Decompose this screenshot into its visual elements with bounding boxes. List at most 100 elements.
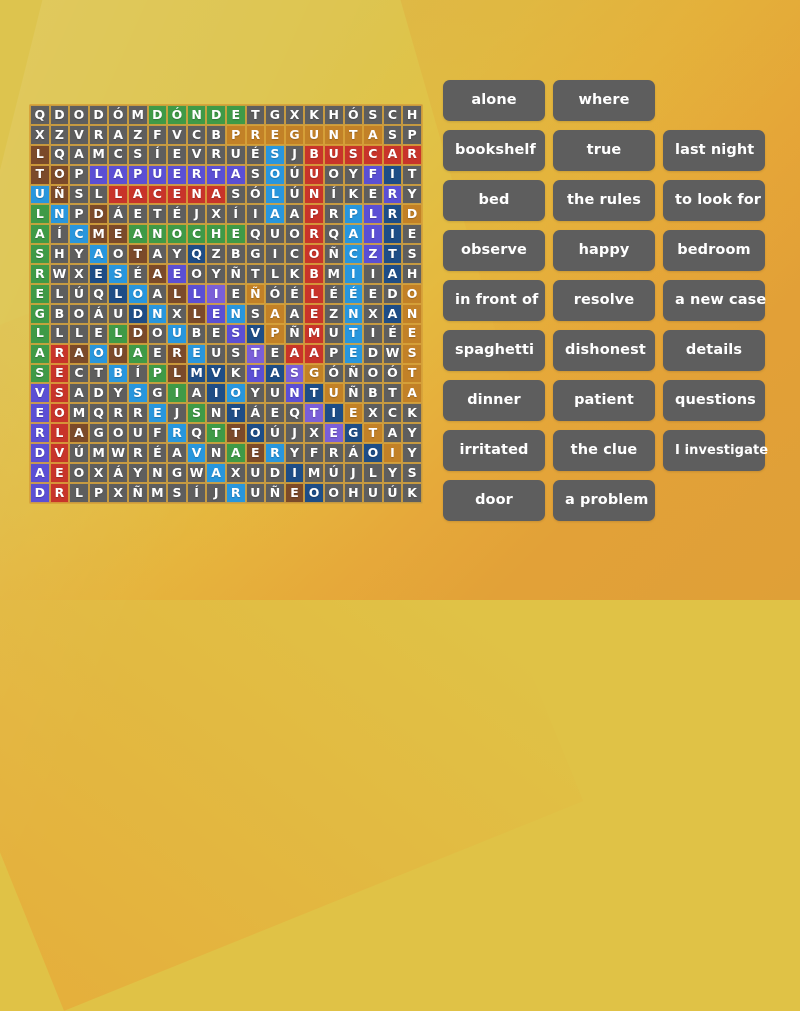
grid-cell[interactable]: S bbox=[225, 323, 246, 344]
grid-cell[interactable]: V bbox=[69, 124, 89, 145]
grid-cell[interactable]: D bbox=[382, 284, 403, 304]
grid-cell[interactable]: M bbox=[323, 264, 344, 285]
grid-cell[interactable]: X bbox=[363, 403, 383, 424]
grid-cell[interactable]: N bbox=[284, 383, 305, 404]
grid-cell[interactable]: G bbox=[343, 423, 364, 444]
grid-cell[interactable]: F bbox=[304, 443, 324, 464]
grid-cell[interactable]: O bbox=[147, 323, 168, 344]
grid-cell[interactable]: X bbox=[88, 463, 109, 483]
grid-cell[interactable]: A bbox=[69, 343, 89, 364]
grid-cell[interactable]: L bbox=[304, 284, 324, 304]
grid-cell[interactable]: N bbox=[147, 303, 168, 324]
grid-cell[interactable]: L bbox=[88, 164, 109, 185]
grid-cell[interactable]: G bbox=[88, 423, 109, 444]
grid-cell[interactable]: U bbox=[304, 124, 324, 145]
grid-cell[interactable]: C bbox=[69, 224, 89, 245]
grid-cell[interactable]: Í bbox=[323, 184, 344, 205]
grid-cell[interactable]: E bbox=[88, 323, 109, 344]
grid-cell[interactable]: F bbox=[363, 164, 383, 185]
word-chip[interactable]: observe bbox=[443, 230, 545, 271]
grid-cell[interactable]: K bbox=[402, 482, 422, 503]
grid-cell[interactable]: I bbox=[206, 383, 226, 404]
grid-cell[interactable]: L bbox=[49, 323, 70, 344]
grid-cell[interactable]: É bbox=[245, 144, 266, 165]
word-search-grid[interactable]: QDODÓMDÓNDETGXKHÓSCHXZVRAZFVCBPREGUNTASP… bbox=[29, 104, 423, 504]
grid-cell[interactable]: E bbox=[167, 164, 187, 185]
grid-cell[interactable]: P bbox=[323, 343, 344, 364]
grid-cell[interactable]: Q bbox=[88, 403, 109, 424]
grid-cell[interactable]: X bbox=[69, 264, 89, 285]
grid-cell[interactable]: E bbox=[167, 184, 187, 205]
grid-cell[interactable]: Z bbox=[323, 303, 344, 324]
grid-cell[interactable]: X bbox=[304, 423, 324, 444]
grid-cell[interactable]: L bbox=[186, 303, 207, 324]
grid-cell[interactable]: Í bbox=[225, 204, 246, 225]
grid-cell[interactable]: I bbox=[206, 284, 226, 304]
grid-cell[interactable]: G bbox=[284, 124, 305, 145]
grid-cell[interactable]: W bbox=[49, 264, 70, 285]
grid-cell[interactable]: R bbox=[323, 443, 344, 464]
grid-cell[interactable]: V bbox=[245, 323, 266, 344]
grid-cell[interactable]: M bbox=[127, 105, 148, 125]
grid-cell[interactable]: S bbox=[167, 482, 187, 503]
grid-cell[interactable]: R bbox=[402, 144, 422, 165]
grid-cell[interactable]: A bbox=[363, 124, 383, 145]
grid-cell[interactable]: B bbox=[206, 124, 226, 145]
grid-cell[interactable]: O bbox=[323, 164, 344, 185]
grid-cell[interactable]: A bbox=[127, 184, 148, 205]
grid-cell[interactable]: R bbox=[304, 224, 324, 245]
grid-cell[interactable]: S bbox=[284, 363, 305, 384]
grid-cell[interactable]: C bbox=[108, 144, 128, 165]
word-chip[interactable]: patient bbox=[553, 380, 655, 421]
grid-cell[interactable]: Y bbox=[382, 463, 403, 483]
grid-cell[interactable]: A bbox=[108, 164, 128, 185]
grid-cell[interactable]: P bbox=[265, 323, 285, 344]
grid-cell[interactable]: A bbox=[127, 343, 148, 364]
grid-cell[interactable]: R bbox=[30, 264, 50, 285]
grid-cell[interactable]: E bbox=[88, 264, 109, 285]
grid-cell[interactable]: O bbox=[108, 244, 128, 265]
grid-cell[interactable]: Í bbox=[127, 363, 148, 384]
grid-cell[interactable]: A bbox=[147, 264, 168, 285]
grid-cell[interactable]: N bbox=[323, 124, 344, 145]
grid-cell[interactable]: O bbox=[49, 403, 70, 424]
grid-cell[interactable]: Q bbox=[49, 144, 70, 165]
grid-cell[interactable]: N bbox=[186, 105, 207, 125]
grid-cell[interactable]: Ú bbox=[69, 284, 89, 304]
word-chip[interactable]: questions bbox=[663, 380, 765, 421]
grid-cell[interactable]: T bbox=[304, 403, 324, 424]
grid-cell[interactable]: G bbox=[167, 463, 187, 483]
grid-cell[interactable]: Q bbox=[186, 244, 207, 265]
grid-cell[interactable]: N bbox=[147, 224, 168, 245]
grid-cell[interactable]: S bbox=[402, 244, 422, 265]
grid-cell[interactable]: F bbox=[147, 124, 168, 145]
grid-cell[interactable]: Á bbox=[88, 303, 109, 324]
grid-cell[interactable]: Q bbox=[245, 224, 266, 245]
grid-cell[interactable]: Ñ bbox=[323, 244, 344, 265]
grid-cell[interactable]: Ú bbox=[284, 184, 305, 205]
grid-cell[interactable]: A bbox=[167, 443, 187, 464]
grid-cell[interactable]: Ñ bbox=[284, 323, 305, 344]
grid-cell[interactable]: Z bbox=[49, 124, 70, 145]
grid-cell[interactable]: M bbox=[88, 443, 109, 464]
grid-cell[interactable]: H bbox=[49, 244, 70, 265]
grid-cell[interactable]: R bbox=[127, 403, 148, 424]
grid-cell[interactable]: P bbox=[69, 164, 89, 185]
grid-cell[interactable]: L bbox=[167, 284, 187, 304]
grid-cell[interactable]: E bbox=[225, 224, 246, 245]
grid-cell[interactable]: N bbox=[186, 184, 207, 205]
grid-cell[interactable]: I bbox=[323, 403, 344, 424]
grid-cell[interactable]: Q bbox=[88, 284, 109, 304]
grid-cell[interactable]: N bbox=[402, 303, 422, 324]
grid-cell[interactable]: E bbox=[206, 303, 226, 324]
grid-cell[interactable]: E bbox=[265, 403, 285, 424]
grid-cell[interactable]: J bbox=[284, 423, 305, 444]
grid-cell[interactable]: B bbox=[225, 244, 246, 265]
grid-cell[interactable]: R bbox=[49, 343, 70, 364]
word-chip[interactable]: the clue bbox=[553, 430, 655, 471]
grid-cell[interactable]: Á bbox=[343, 443, 364, 464]
grid-cell[interactable]: U bbox=[225, 144, 246, 165]
grid-cell[interactable]: E bbox=[245, 443, 266, 464]
grid-cell[interactable]: A bbox=[69, 144, 89, 165]
grid-cell[interactable]: O bbox=[69, 105, 89, 125]
